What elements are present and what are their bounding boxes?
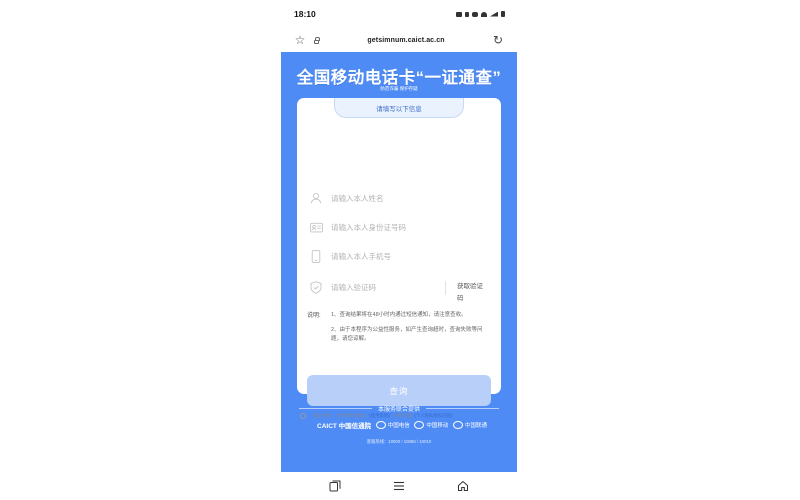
agreement-row: 点击"查询"，代表您也阅读过《使用说明》，并已同意《个人隐私授权声明》 [300,413,455,419]
phone-screen: 18:10 ☆ getsimnum.caict.ac.cn ↻ 全国移动电话卡“… [281,0,517,500]
privacy-statement-link[interactable]: 《个人隐私授权声明》 [412,413,455,418]
status-bar: 18:10 [281,0,517,28]
page-subtitle: 防范诈骗 保护存疑 [380,86,418,91]
alarm-icon [465,11,469,17]
china-unicom-name: 中国联通 [464,423,487,429]
url-text[interactable]: getsimnum.caict.ac.cn [321,37,491,44]
agreement-middle: ，并已同意 [390,413,412,418]
phone-icon [309,249,323,263]
name-input[interactable]: 请输入本人姓名 [331,193,384,204]
caict-logo: CAICT 中国信通院 [317,423,372,430]
form-header-label: 请填写以下信息 [376,105,422,113]
footer-title: 本服务联合提供 [378,407,421,413]
person-icon [309,191,323,205]
verification-code-input[interactable]: 请输入验证码 [331,282,376,293]
lock-icon[interactable] [311,36,321,44]
id-card-icon [309,220,323,234]
id-number-input[interactable]: 请输入本人身份证号码 [331,222,406,233]
form-header-tab: 请填写以下信息 [334,98,464,118]
menu-icon[interactable] [390,477,408,495]
signal-icon [490,11,498,17]
name-field[interactable]: 请输入本人姓名 [309,190,489,206]
battery-icon [501,11,505,17]
code-divider [445,281,446,295]
hotline-text: 客服热线：10000 / 10086 / 10010 [366,439,432,444]
browser-address-bar: ☆ getsimnum.caict.ac.cn ↻ [281,28,517,52]
notes-label: 说明: [307,313,321,319]
status-time: 18:10 [294,9,316,19]
china-unicom-logo: 中国联通 [452,421,487,429]
usage-instructions-link[interactable]: 《使用说明》 [367,413,391,418]
note-item-1: 1、查询结果将在48小时内通过短信通知，请注意查收。 [331,312,467,318]
verification-code-field[interactable]: 请输入验证码 获取验证码 [309,279,489,302]
footer-header: 本服务联合提供 [299,404,500,413]
china-mobile-name: 中国移动 [426,423,449,429]
china-unicom-icon [452,421,463,429]
id-number-field[interactable]: 请输入本人身份证号码 [309,219,489,235]
get-code-button[interactable]: 获取验证码 [457,281,489,305]
agreement-prefix: 点击"查询"，代表您也阅读过 [312,413,367,418]
status-icons [456,11,505,17]
star-icon[interactable]: ☆ [293,33,307,47]
reload-icon[interactable]: ↻ [491,33,505,47]
phone-number-input[interactable]: 请输入本人手机号 [331,251,391,262]
china-telecom-name: 中国电信 [387,423,410,429]
agreement-checkbox[interactable] [300,413,306,419]
page-title: 全国移动电话卡“一证通查” [296,69,502,87]
query-button-label: 查询 [389,385,409,396]
shield-icon [309,280,323,294]
tabs-icon[interactable] [326,477,344,495]
china-mobile-icon [414,421,425,429]
note-item-2: 2、由于本程序为公益性服务，如产生查询超时，查询失败等问题，请您谅解。 [331,327,483,342]
wifi-icon [481,11,487,17]
phone-number-field[interactable]: 请输入本人手机号 [309,248,489,264]
footer-divider-left [299,408,372,409]
agreement-text: 点击"查询"，代表您也阅读过《使用说明》，并已同意《个人隐私授权声明》 [312,413,455,419]
system-nav-bar [281,472,517,500]
query-button[interactable]: 查询 [307,375,491,406]
mute-icon [472,11,478,17]
query-form-card: 请填写以下信息 请输入本人姓名 请输入本人身份证号码 请输入本人手机号 请输入验… [297,98,501,406]
china-mobile-logo: 中国移动 [414,421,448,429]
footer-divider-right [426,408,500,409]
notification-icon [456,11,462,17]
china-telecom-icon [375,421,386,429]
china-telecom-logo: 中国电信 [375,421,410,429]
home-icon[interactable] [454,477,472,495]
partner-logos: CAICT 中国信通院 中国电信 中国移动 中国联通 [317,420,487,430]
